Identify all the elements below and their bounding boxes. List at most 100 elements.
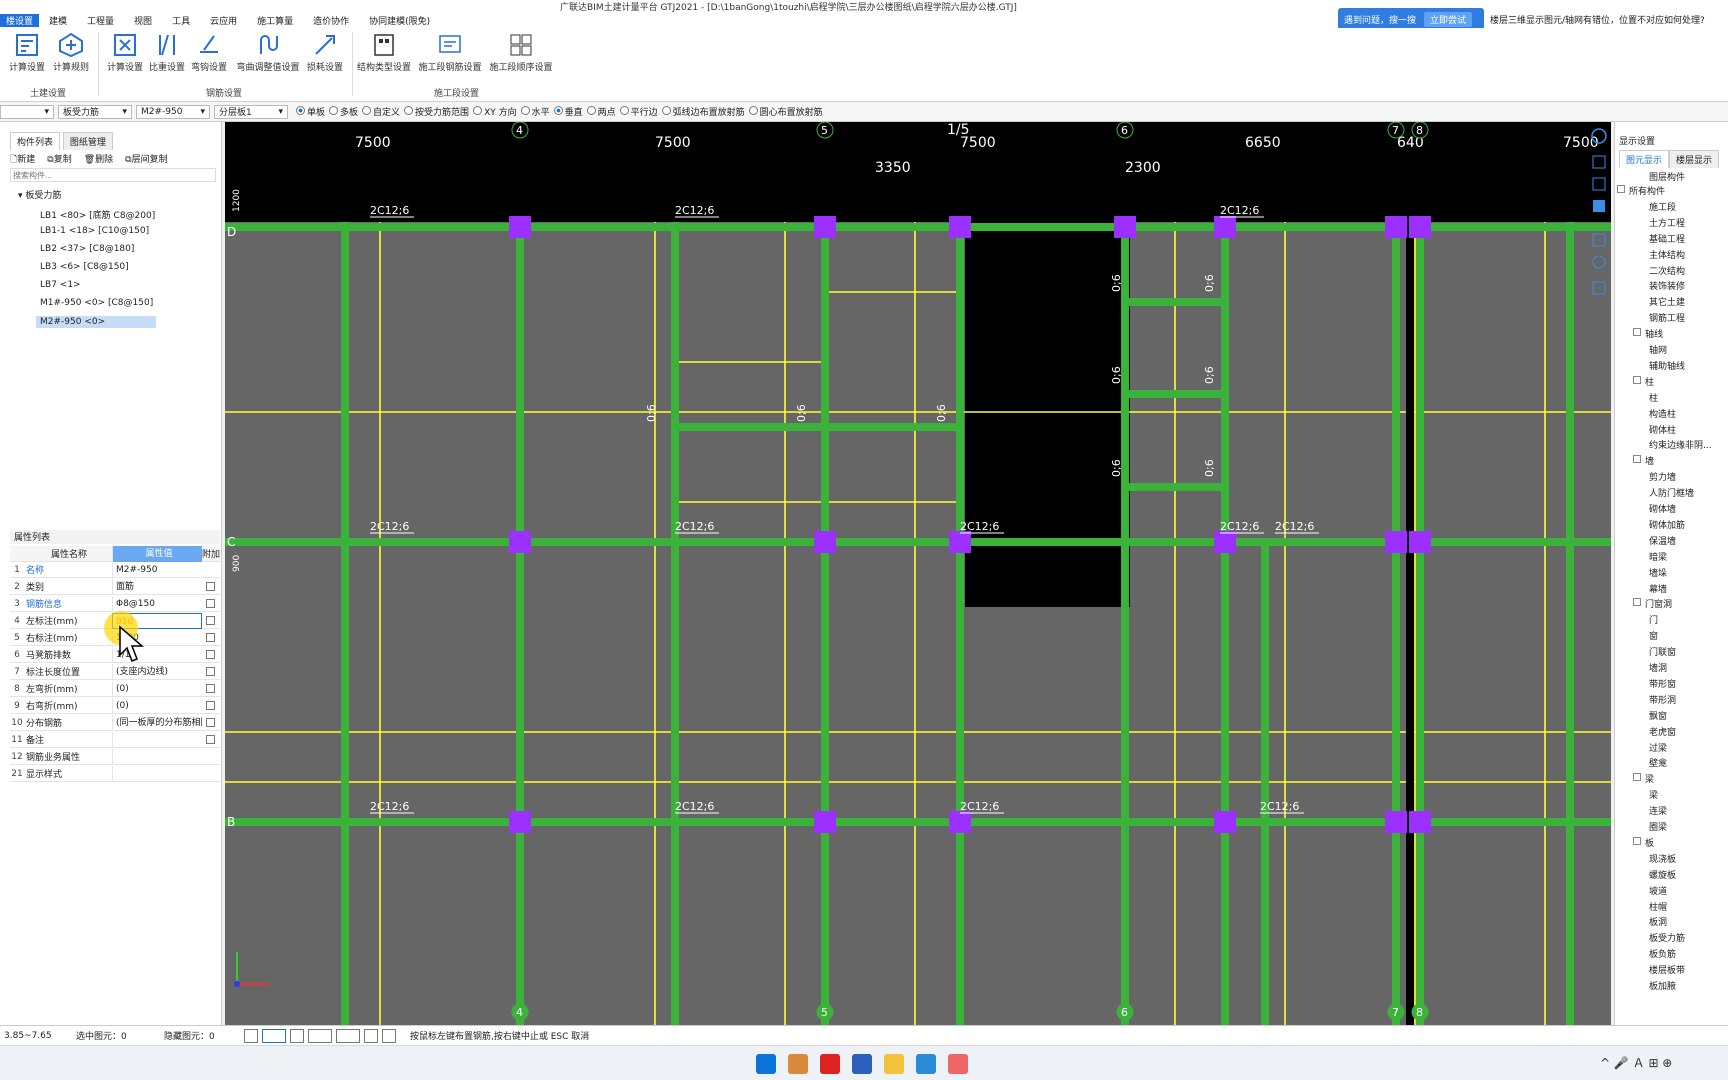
radio-button[interactable]: [362, 106, 372, 115]
side-rebar-label[interactable]: 0;6: [645, 404, 658, 422]
radio-option[interactable]: 水平: [517, 106, 550, 118]
menu-construction-calc[interactable]: 施工算量: [247, 14, 303, 27]
column[interactable]: [509, 811, 531, 833]
tree-item[interactable]: M2#-950 <0>: [36, 316, 156, 328]
layer-item[interactable]: 现浇板: [1649, 852, 1676, 865]
layer-item[interactable]: 砌体柱: [1649, 423, 1676, 436]
column[interactable]: [1114, 216, 1136, 238]
radio-option[interactable]: 单板: [292, 106, 325, 118]
side-rebar-label[interactable]: 0;6: [1203, 459, 1216, 477]
layer-item[interactable]: 板: [1645, 836, 1654, 849]
layer-item[interactable]: 柱: [1645, 375, 1654, 388]
radio-button[interactable]: [586, 106, 596, 115]
3d-view-icon[interactable]: [1593, 200, 1605, 212]
cross-icon[interactable]: [290, 1028, 304, 1043]
display-icon[interactable]: [1592, 255, 1606, 269]
column[interactable]: [814, 216, 836, 238]
layer-item[interactable]: 钢筋工程: [1649, 311, 1685, 324]
column[interactable]: [1409, 531, 1431, 553]
layer-item[interactable]: 门窗洞: [1645, 597, 1672, 610]
column[interactable]: [1214, 531, 1236, 553]
settings-list-icon[interactable]: [1592, 281, 1606, 295]
extra-checkbox[interactable]: [205, 650, 215, 659]
layer-item[interactable]: 门联窗: [1649, 645, 1676, 658]
tab-element-display[interactable]: 图元显示: [1619, 150, 1670, 168]
tree-toggle[interactable]: [1633, 375, 1641, 384]
property-row[interactable]: 7 标注长度位置 (支座内边线): [10, 663, 220, 680]
help-search-bubble[interactable]: 遇到问题，搜一搜 立即尝试: [1338, 8, 1484, 30]
radio-button[interactable]: [553, 106, 563, 115]
layer-item[interactable]: 辅助轴线: [1649, 359, 1685, 372]
bend-adjust-button[interactable]: 弯曲调整值设置: [236, 30, 300, 76]
radio-button[interactable]: [520, 106, 530, 115]
side-rebar-label[interactable]: 0;6: [1203, 274, 1216, 292]
side-rebar-label[interactable]: 0;6: [1110, 459, 1123, 477]
radio-option[interactable]: 弧线边布置放射筋: [658, 106, 745, 118]
top-view-icon[interactable]: [1592, 155, 1606, 169]
property-value[interactable]: [112, 765, 202, 782]
tree-toggle[interactable]: [1617, 185, 1625, 193]
layer-item[interactable]: 砌体加筋: [1649, 518, 1685, 531]
rebar-label[interactable]: 2C12;6: [370, 520, 409, 533]
segment-rebar-button[interactable]: 施工段钢筋设置: [418, 30, 482, 76]
layer-item[interactable]: 板受力筋: [1649, 931, 1685, 944]
extra-checkbox[interactable]: [205, 633, 215, 642]
layer-item[interactable]: 带形洞: [1649, 693, 1676, 706]
drawing-canvas[interactable]: 7500 7500 1/5 7500 6650 640 7500 3350 23…: [225, 121, 1611, 1025]
tree-item[interactable]: LB2 <37> [C8@180]: [40, 244, 134, 254]
floor-copy-button[interactable]: ⧉层间复制: [125, 152, 167, 168]
extra-checkbox[interactable]: [205, 684, 215, 693]
layer-item[interactable]: 柱帽: [1649, 900, 1667, 913]
app-icon[interactable]: [788, 1054, 808, 1074]
layer-item[interactable]: 壁龛: [1649, 756, 1667, 769]
radio-button[interactable]: [404, 106, 414, 115]
tree-toggle[interactable]: [1633, 598, 1641, 607]
layer-item[interactable]: 梁: [1645, 772, 1654, 785]
delete-button[interactable]: 🗑删除: [84, 152, 113, 168]
column[interactable]: [1385, 811, 1407, 833]
radio-option[interactable]: 多板: [325, 106, 358, 118]
menu-tools[interactable]: 工具: [162, 14, 200, 27]
property-value[interactable]: (0): [112, 680, 202, 697]
column[interactable]: [814, 811, 836, 833]
tree-item[interactable]: LB3 <6> [C8@150]: [40, 262, 129, 272]
layer-item[interactable]: 施工段: [1649, 200, 1676, 213]
property-value[interactable]: Φ8@150: [112, 595, 202, 612]
windows-start-icon[interactable]: [756, 1054, 776, 1074]
help-question[interactable]: 楼层三维显示图元/轴网有错位，位置不对应如何处理?: [1490, 13, 1705, 26]
radio-option[interactable]: 自定义: [358, 106, 400, 118]
property-row[interactable]: 8 左弯折(mm) (0): [10, 680, 220, 697]
property-value[interactable]: [112, 748, 202, 765]
property-value[interactable]: M2#-950: [112, 561, 202, 578]
menu-floor-settings[interactable]: 楼设置: [0, 13, 40, 27]
floor-select[interactable]: ▾: [0, 104, 54, 119]
column[interactable]: [509, 531, 531, 553]
tree-item[interactable]: LB1 <80> [底筋 C8@200]: [40, 208, 155, 221]
try-now-button[interactable]: 立即尝试: [1424, 11, 1473, 27]
component-search-input[interactable]: [10, 168, 216, 182]
tree-item[interactable]: M1#-950 <0> [C8@150]: [40, 298, 153, 308]
new-button[interactable]: 🗋新建: [10, 152, 35, 168]
front-view-icon[interactable]: [1592, 177, 1606, 191]
side-rebar-label[interactable]: 0;6: [1110, 274, 1123, 292]
floor-plan[interactable]: 7500 7500 1/5 7500 6650 640 7500 3350 23…: [225, 121, 1611, 1025]
menu-cloud[interactable]: 云应用: [200, 14, 247, 27]
tab-drawing-management[interactable]: 图纸管理: [62, 132, 113, 150]
system-tray[interactable]: ^ 🎤 Ａ ⊞ ⊕: [1600, 1054, 1710, 1074]
tree-toggle[interactable]: [1633, 455, 1641, 464]
calc-rules-button[interactable]: 计算规则: [46, 30, 96, 76]
radio-option[interactable]: 圆心布置放射筋: [745, 106, 823, 118]
layer-item[interactable]: 老虎窗: [1649, 725, 1676, 738]
tree-item[interactable]: LB7 <1>: [40, 280, 81, 290]
grid-icon[interactable]: [364, 1028, 378, 1043]
offset-icon[interactable]: [336, 1028, 360, 1043]
property-row[interactable]: 10分布钢筋 (同一板厚的分布筋相同): [10, 714, 220, 731]
property-row[interactable]: 11 备注: [10, 731, 220, 748]
layer-item[interactable]: 主体结构: [1649, 248, 1685, 261]
hook-settings-button[interactable]: 弯钩设置: [184, 30, 234, 76]
radio-button[interactable]: [329, 106, 339, 115]
layer-item[interactable]: 二次结构: [1649, 264, 1685, 277]
tab-floor-display[interactable]: 楼层显示: [1669, 150, 1720, 168]
property-value[interactable]: 面筋: [112, 578, 202, 595]
layer-item[interactable]: 装饰装修: [1649, 279, 1685, 292]
